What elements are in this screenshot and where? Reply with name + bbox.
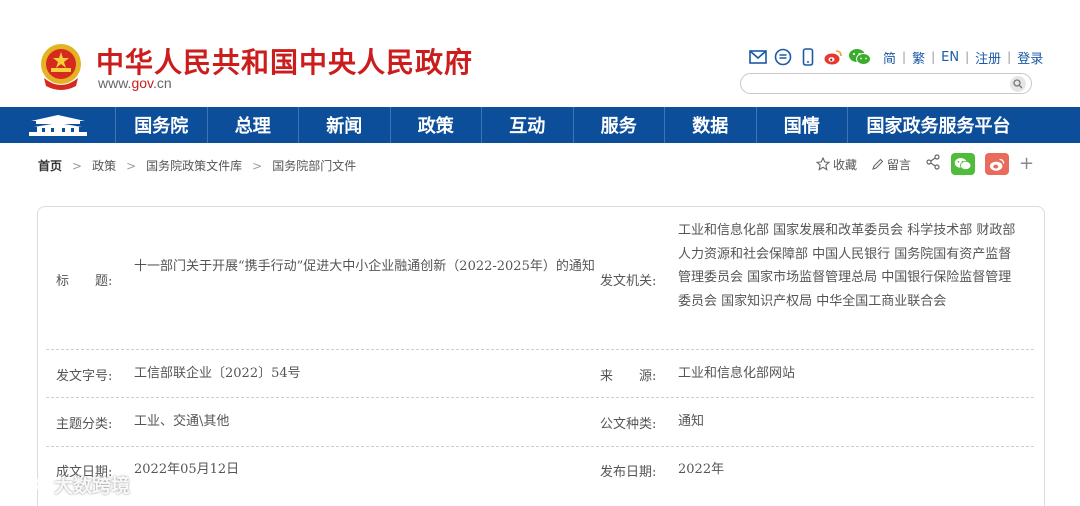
doc-type-label: 公文种类: [600,417,657,432]
issuer-label: 发文机关: [600,274,657,289]
doc-type-value: 通知 [678,414,705,429]
share-wechat-icon[interactable] [951,153,976,175]
nav-item-data[interactable]: 数据 [665,107,757,143]
row-divider [46,349,1034,350]
breadcrumb-separator: > [72,158,83,173]
simplified-chinese-link[interactable]: 简 [883,48,896,67]
doc-number-label: 发文字号: [56,369,113,384]
watermark-logo-icon [8,475,48,494]
site-url-prefix: www. [98,75,132,91]
doc-number-value: 工信部联企业〔2022〕54号 [134,366,301,381]
link-separator: | [902,50,907,64]
traditional-chinese-link[interactable]: 繁 [912,48,925,67]
login-link[interactable]: 登录 [1017,48,1043,67]
row-divider [46,397,1034,398]
nav-item-policy[interactable]: 政策 [391,107,482,143]
nav-item-news[interactable]: 新闻 [299,107,391,143]
site-url-suffix: .cn [153,75,172,91]
tiananmen-icon[interactable] [0,107,116,143]
watermark-text: 大数跨境 [54,475,131,497]
site-header: 中华人民共和国中央人民政府 www.gov.cn 简 | 繁 | EN | 注册… [0,0,1080,107]
link-separator: | [1007,50,1012,64]
star-icon [816,157,830,171]
publish-date-value: 2022年 [678,462,725,477]
wechat-icon[interactable] [848,47,872,67]
title-value: 十一部门关于开展“携手行动”促进大中小企业融通创新（2022-2025年）的通知 [134,259,595,274]
mail-icon[interactable] [748,47,768,67]
source-label: 来 源: [600,369,657,384]
watermark: 大数跨境 [6,471,130,498]
top-links: 简 | 繁 | EN | 注册 | 登录 [748,46,1049,68]
more-share-button[interactable]: + [1019,155,1034,173]
issuer-value: 工业和信息化部 国家发展和改革委员会 科学技术部 财政部 人力资源和社会保障部 … [678,223,1016,309]
source-value: 工业和信息化部网站 [678,366,796,381]
pen-icon [872,158,884,170]
message-icon[interactable] [773,47,793,67]
comment-button[interactable]: 留言 [871,156,911,173]
written-date-value: 2022年05月12日 [134,462,240,477]
nav-item-gov-service-platform[interactable]: 国家政务服务平台 [848,107,1029,143]
register-link[interactable]: 注册 [975,48,1001,67]
favorite-label: 收藏 [833,157,858,172]
row-divider [46,446,1034,447]
main-nav: 国务院 总理 新闻 政策 互动 服务 数据 国情 国家政务服务平台 [0,107,1080,143]
site-url-brand: gov [131,75,153,91]
breadcrumb-separator: > [252,158,263,173]
weibo-icon[interactable] [823,47,843,67]
title-label: 标 题: [56,274,113,289]
english-link[interactable]: EN [941,50,959,65]
breadcrumb-separator: > [126,158,137,173]
breadcrumb: 首页 > 政策 > 国务院政策文件库 > 国务院部门文件 [38,157,356,174]
share-weibo-icon[interactable] [985,153,1010,175]
breadcrumb-policy[interactable]: 政策 [92,157,116,174]
share-icon[interactable] [925,154,941,174]
national-emblem-logo[interactable] [38,42,84,92]
search-input[interactable] [740,73,1032,94]
breadcrumb-policy-library[interactable]: 国务院政策文件库 [146,157,242,174]
publish-date-label: 发布日期: [600,465,657,480]
topic-value: 工业、交通\其他 [134,414,230,429]
document-info-table: 标 题: 十一部门关于开展“携手行动”促进大中小企业融通创新（2022-2025… [37,206,1045,506]
link-separator: | [965,50,970,64]
nav-item-interaction[interactable]: 互动 [482,107,574,143]
breadcrumb-department-docs[interactable]: 国务院部门文件 [272,157,356,174]
nav-item-national-conditions[interactable]: 国情 [757,107,848,143]
nav-item-services[interactable]: 服务 [574,107,665,143]
comment-label: 留言 [887,157,912,172]
page-actions: 收藏 留言 + [816,153,1034,175]
search-icon[interactable] [1010,76,1026,92]
breadcrumb-home[interactable]: 首页 [38,157,62,174]
nav-item-premier[interactable]: 总理 [208,107,299,143]
favorite-button[interactable]: 收藏 [816,156,857,173]
topic-label: 主题分类: [56,417,113,432]
site-url: www.gov.cn [98,75,172,91]
link-separator: | [931,50,936,64]
nav-item-state-council[interactable]: 国务院 [116,107,208,143]
mobile-icon[interactable] [798,47,818,67]
